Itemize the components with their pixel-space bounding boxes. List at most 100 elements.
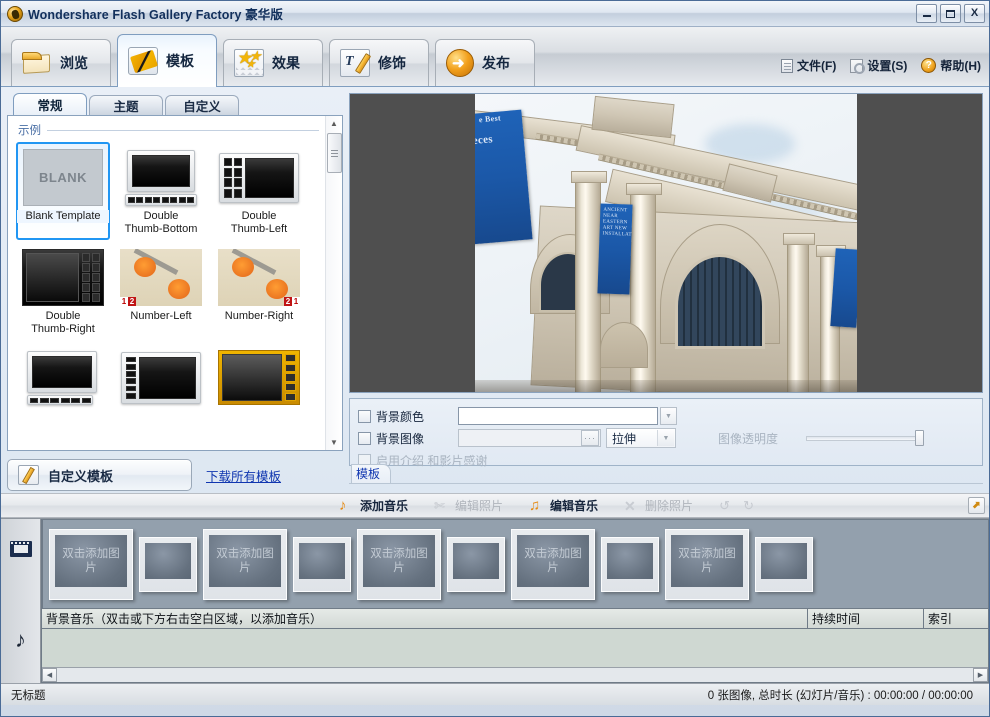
download-all-templates-link[interactable]: 下载所有模板: [206, 466, 281, 485]
minimize-button[interactable]: [916, 4, 937, 23]
template-item-double-thumb-bottom[interactable]: Double Thumb-Bottom: [114, 142, 208, 240]
photo-slot[interactable]: 双击添加图片: [511, 528, 595, 600]
menu-settings[interactable]: 设置(S): [850, 57, 907, 74]
photo-slot-label: 双击添加图片: [55, 534, 127, 587]
template-item-number-left[interactable]: 1 2 Number-Left: [114, 242, 208, 340]
chevron-down-icon: ▼: [657, 430, 674, 446]
photo-slot-label: [453, 542, 499, 579]
background-color-dropdown[interactable]: ▼: [660, 407, 677, 425]
photo-banner-text-3: ANCIENT NEAR EASTERN ART NEW INSTALLATIO…: [602, 207, 633, 238]
background-color-checkbox[interactable]: [358, 409, 371, 423]
photo-slot[interactable]: 双击添加图片: [357, 528, 441, 600]
edit-music-button[interactable]: ♫ 编辑音乐: [529, 497, 598, 514]
edit-photo-button[interactable]: ✄ 编辑照片: [434, 497, 503, 514]
workspace: 常规 主题 自定义 示例 BLANK Blank Template Double…: [1, 87, 989, 493]
tab-decorate[interactable]: T 修饰: [329, 39, 429, 86]
menu-file-label: 文件(F): [797, 59, 837, 73]
tab-custom-label: 自定义: [183, 100, 221, 114]
tab-publish-label: 发布: [482, 55, 510, 71]
menu-help[interactable]: ? 帮助(H): [921, 57, 981, 74]
menu-file[interactable]: 文件(F): [781, 57, 836, 74]
rotate-left-button[interactable]: ↺: [719, 498, 735, 514]
tab-template[interactable]: 模板: [117, 34, 217, 87]
photo-slot[interactable]: [755, 536, 813, 592]
transparency-label: 图像透明度: [718, 431, 779, 446]
background-color-label: 背景颜色: [376, 409, 425, 424]
template-item-8[interactable]: [114, 342, 208, 414]
menu-settings-label: 设置(S): [867, 59, 908, 73]
scroll-up-icon[interactable]: ▲: [327, 116, 342, 131]
panel-tab-template[interactable]: 模板: [351, 464, 392, 483]
preview-stage[interactable]: e Best eces ANCIENT NEAR EASTERN ART NEW…: [349, 93, 983, 393]
tab-theme[interactable]: 主题: [89, 95, 163, 115]
tab-publish[interactable]: 发布: [435, 39, 535, 86]
enable-intro-row: 启用介绍 和影片感谢: [358, 449, 974, 471]
template-list-box: 示例 BLANK Blank Template Double Thumb-Bot…: [7, 115, 343, 451]
tab-theme-label: 主题: [113, 100, 139, 114]
delete-photo-button[interactable]: ✕ 删除照片: [624, 497, 693, 514]
background-image-checkbox[interactable]: [358, 431, 371, 445]
scroll-down-icon[interactable]: ▼: [327, 435, 342, 450]
background-options: 背景颜色 ▼ 背景图像 ··· 拉伸 ▼ 图像透明度 启用介绍 和影片感谢: [349, 398, 983, 468]
enable-intro-label: 启用介绍 和影片感谢: [376, 453, 488, 468]
photo-slot[interactable]: 双击添加图片: [49, 528, 133, 600]
tab-effect[interactable]: ★ ★ ★ 效果: [223, 39, 323, 86]
custom-template-button[interactable]: 自定义模板: [7, 459, 192, 491]
filmstrip-icon: [9, 541, 32, 557]
scroll-right-icon[interactable]: ▶: [973, 668, 988, 682]
preview-panel: e Best eces ANCIENT NEAR EASTERN ART NEW…: [349, 93, 983, 493]
hscroll-track[interactable]: [57, 668, 973, 682]
template-item-double-thumb-right[interactable]: Double Thumb-Right: [16, 242, 110, 340]
scroll-left-icon[interactable]: ◀: [42, 668, 57, 682]
photo-slot[interactable]: [601, 536, 659, 592]
template-item-blank[interactable]: BLANK Blank Template: [16, 142, 110, 240]
background-color-field[interactable]: [458, 407, 658, 425]
photo-slot[interactable]: [293, 536, 351, 592]
template-scrollbar[interactable]: ▲ ▼: [325, 116, 342, 450]
transparency-slider[interactable]: [806, 429, 925, 447]
publish-arrow-icon: [446, 49, 474, 77]
photo-slot[interactable]: [447, 536, 505, 592]
template-group-header: 示例: [18, 122, 319, 138]
music-horizontal-scrollbar[interactable]: ◀ ▶: [42, 667, 988, 682]
photo-slot[interactable]: [139, 536, 197, 592]
template-label: Blank Template: [17, 210, 109, 223]
status-document-title: 无标题: [11, 689, 46, 702]
tab-decorate-label: 修饰: [378, 55, 406, 71]
music-col-duration: 持续时间: [808, 609, 924, 628]
photo-slot[interactable]: 双击添加图片: [203, 528, 287, 600]
background-image-input[interactable]: ···: [458, 429, 601, 447]
template-thumb: 1 2: [119, 247, 203, 308]
status-summary: 0 张图像, 总时长 (幻灯片/音乐) : 00:00:00 / 00:00:0…: [707, 689, 973, 702]
add-music-label: 添加音乐: [360, 499, 409, 513]
tab-browse[interactable]: 浏览: [11, 39, 111, 86]
template-label: Double Thumb-Bottom: [124, 210, 198, 235]
tab-general[interactable]: 常规: [13, 93, 87, 115]
rotate-right-icon: ↻: [743, 497, 754, 513]
stretch-mode-select[interactable]: 拉伸 ▼: [606, 428, 676, 448]
gear-icon: [850, 58, 866, 74]
browse-ellipsis-button[interactable]: ···: [581, 430, 599, 446]
template-item-7[interactable]: [16, 342, 110, 414]
photo-track[interactable]: 双击添加图片 双击添加图片 双击添加图片 双击添加图片 双击添加图片: [41, 519, 989, 609]
template-item-number-right[interactable]: 2 1 Number-Right: [212, 242, 306, 340]
window-title: Wondershare Flash Gallery Factory 豪华版: [28, 8, 283, 22]
expand-panel-icon[interactable]: ⬈: [968, 497, 985, 514]
folder-icon: [22, 49, 52, 77]
template-item-double-thumb-left[interactable]: Double Thumb-Left: [212, 142, 306, 240]
close-button[interactable]: X: [964, 4, 985, 23]
app-logo-icon: [7, 5, 23, 22]
music-track-header: 背景音乐（双击或下方右击空白区域，以添加音乐） 持续时间 索引: [41, 609, 989, 629]
photo-slot[interactable]: 双击添加图片: [665, 528, 749, 600]
template-item-9[interactable]: [212, 342, 306, 414]
maximize-button[interactable]: [940, 4, 961, 23]
document-icon: [781, 58, 793, 73]
photo-slot-label: 双击添加图片: [671, 534, 743, 587]
add-music-button[interactable]: ♪ 添加音乐: [339, 497, 408, 514]
rotate-right-button[interactable]: ↻: [743, 498, 759, 514]
slider-knob[interactable]: [915, 430, 925, 446]
scrollbar-track[interactable]: [327, 173, 342, 435]
tab-custom[interactable]: 自定义: [165, 95, 239, 115]
scrollbar-thumb[interactable]: [326, 133, 342, 173]
music-track-body[interactable]: ◀ ▶: [41, 629, 989, 683]
